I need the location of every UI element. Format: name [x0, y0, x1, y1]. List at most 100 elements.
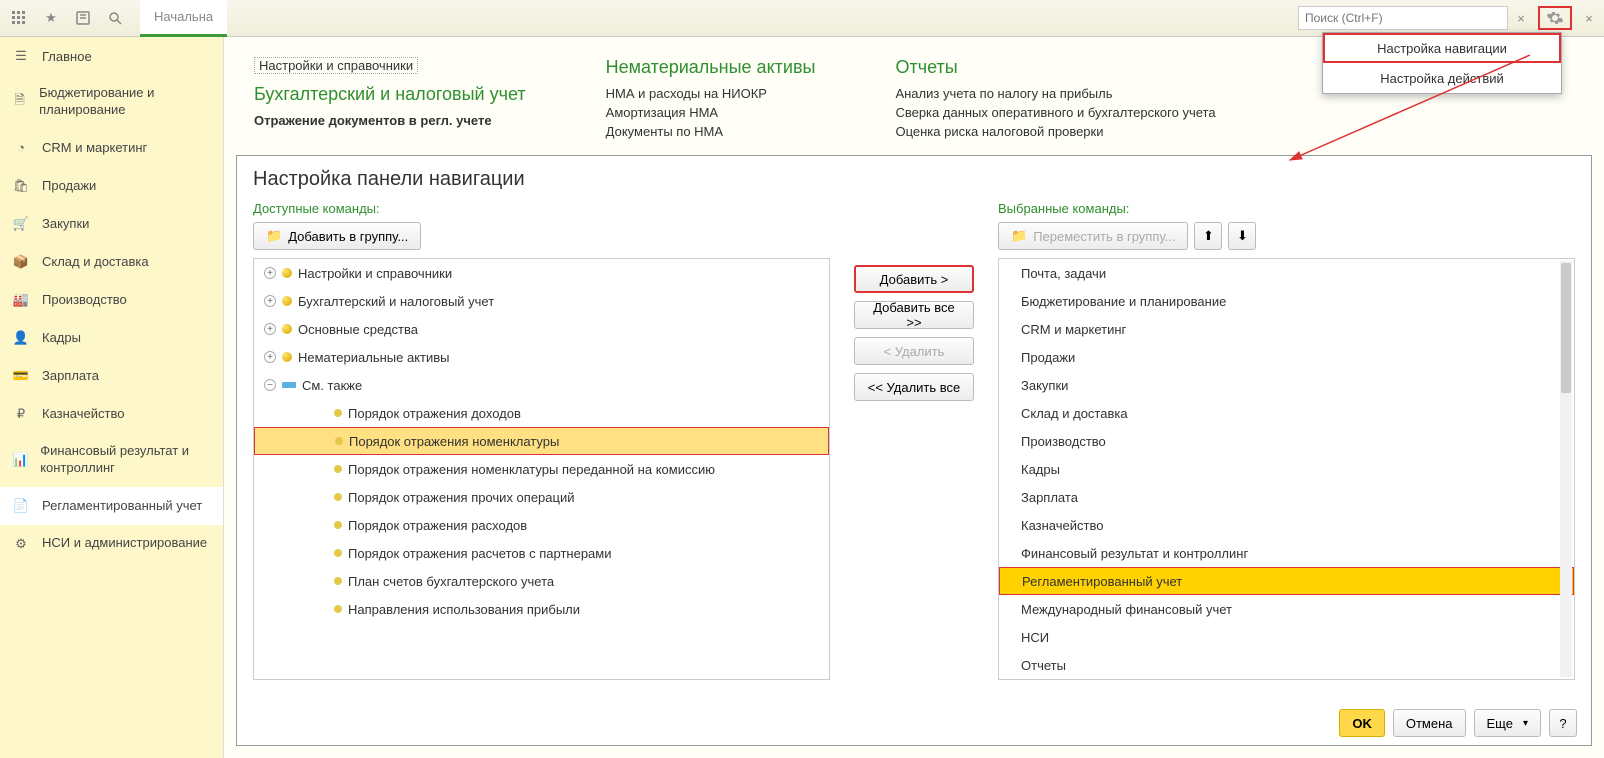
link-amort-nma[interactable]: Амортизация НМА — [606, 105, 816, 120]
tree-item-selected[interactable]: Порядок отражения номенклатуры — [254, 427, 829, 455]
box-icon: 📦 — [12, 253, 30, 271]
menu-item-nav-settings[interactable]: Настройка навигации — [1323, 33, 1561, 63]
remove-all-button-label: << Удалить все — [868, 380, 961, 395]
sidebar-item-sales[interactable]: 🛍Продажи — [0, 167, 223, 205]
menu-item-action-settings[interactable]: Настройка действий — [1323, 63, 1561, 93]
expand-icon[interactable]: + — [264, 351, 276, 363]
list-item[interactable]: Производство — [999, 427, 1574, 455]
sidebar-item-treasury[interactable]: ₽Казначейство — [0, 395, 223, 433]
list-item[interactable]: НСИ — [999, 623, 1574, 651]
sidebar-item-salary[interactable]: 💳Зарплата — [0, 357, 223, 395]
link-data-reconcile[interactable]: Сверка данных оперативного и бухгалтерск… — [895, 105, 1215, 120]
remove-all-button[interactable]: << Удалить все — [854, 373, 974, 401]
star-icon[interactable]: ★ — [38, 5, 64, 31]
tree-item[interactable]: План счетов бухгалтерского учета — [254, 567, 829, 595]
scrollbar-thumb[interactable] — [1561, 263, 1571, 393]
search-icon[interactable] — [102, 5, 128, 31]
bullet-icon — [334, 605, 342, 613]
remove-button[interactable]: < Удалить — [854, 337, 974, 365]
section-title-reports: Отчеты — [895, 57, 1215, 78]
close-panel-icon[interactable]: × — [1580, 9, 1598, 27]
doc-icon: 📄 — [12, 497, 30, 515]
cancel-button[interactable]: Отмена — [1393, 709, 1466, 737]
tree-item[interactable]: Порядок отражения расходов — [254, 511, 829, 539]
list-item[interactable]: Казначейство — [999, 511, 1574, 539]
link-risk-assessment[interactable]: Оценка риска налоговой проверки — [895, 124, 1215, 139]
sidebar-label: CRM и маркетинг — [42, 140, 147, 155]
move-to-group-button[interactable]: 📁Переместить в группу... — [998, 222, 1188, 250]
arrow-down-icon: ⬇ — [1237, 228, 1248, 244]
list-label: Производство — [1021, 434, 1106, 449]
list-item[interactable]: Отчеты — [999, 651, 1574, 679]
tree-item[interactable]: +Нематериальные активы — [254, 343, 829, 371]
tree-item[interactable]: +Настройки и справочники — [254, 259, 829, 287]
sidebar-item-production[interactable]: 🏭Производство — [0, 281, 223, 319]
tree-item[interactable]: −См. также — [254, 371, 829, 399]
sidebar-item-admin[interactable]: ⚙НСИ и администрирование — [0, 525, 223, 563]
tree-item[interactable]: Порядок отражения доходов — [254, 399, 829, 427]
sidebar-item-hr[interactable]: 👤Кадры — [0, 319, 223, 357]
list-item[interactable]: Закупки — [999, 371, 1574, 399]
list-item[interactable]: Зарплата — [999, 483, 1574, 511]
list-item[interactable]: CRM и маркетинг — [999, 315, 1574, 343]
bullet-icon — [334, 577, 342, 585]
help-button[interactable]: ? — [1549, 709, 1577, 737]
list-item[interactable]: Почта, задачи — [999, 259, 1574, 287]
sidebar-item-purchases[interactable]: 🛒Закупки — [0, 205, 223, 243]
add-all-button[interactable]: Добавить все >> — [854, 301, 974, 329]
tree-item[interactable]: Направления использования прибыли — [254, 595, 829, 623]
folder-icon — [282, 324, 292, 334]
sidebar-label: Склад и доставка — [42, 254, 149, 269]
sidebar-item-warehouse[interactable]: 📦 Склад и доставка — [0, 243, 223, 281]
link-docs-nma[interactable]: Документы по НМА — [606, 124, 816, 139]
link-tax-analysis[interactable]: Анализ учета по налогу на прибыль — [895, 86, 1215, 101]
list-item-selected[interactable]: Регламентированный учет — [999, 567, 1574, 595]
list-item[interactable]: Международный финансовый учет — [999, 595, 1574, 623]
tree-item[interactable]: Порядок отражения прочих операций — [254, 483, 829, 511]
expand-icon[interactable]: + — [264, 267, 276, 279]
add-to-group-button[interactable]: 📁Добавить в группу... — [253, 222, 421, 250]
move-up-button[interactable]: ⬆ — [1194, 222, 1222, 250]
link-reflection-docs[interactable]: Отражение документов в регл. учете — [254, 113, 526, 128]
tree-item[interactable]: Порядок отражения номенклатуры переданно… — [254, 455, 829, 483]
list-label: CRM и маркетинг — [1021, 322, 1126, 337]
list-item[interactable]: Склад и доставка — [999, 399, 1574, 427]
list-item[interactable]: Финансовый результат и контроллинг — [999, 539, 1574, 567]
apps-icon[interactable] — [6, 5, 32, 31]
selected-commands-label: Выбранные команды: — [998, 201, 1575, 216]
settings-link[interactable]: Настройки и справочники — [254, 57, 418, 74]
tab-home[interactable]: Начальна — [140, 0, 227, 37]
tree-item[interactable]: Порядок отражения расчетов с партнерами — [254, 539, 829, 567]
sidebar-item-regulated[interactable]: 📄Регламентированный учет — [0, 487, 223, 525]
list-item[interactable]: Кадры — [999, 455, 1574, 483]
clear-search-icon[interactable]: × — [1512, 9, 1530, 27]
folder-icon — [282, 352, 292, 362]
add-button[interactable]: Добавить > — [854, 265, 974, 293]
ok-button[interactable]: OK — [1339, 709, 1385, 737]
more-label: Еще — [1487, 716, 1513, 731]
global-search-input[interactable] — [1298, 6, 1508, 30]
help-label: ? — [1559, 716, 1566, 731]
history-icon[interactable] — [70, 5, 96, 31]
sidebar-item-finresult[interactable]: 📊Финансовый результат и контроллинг — [0, 433, 223, 487]
tree-item[interactable]: +Бухгалтерский и налоговый учет — [254, 287, 829, 315]
more-button[interactable]: Еще — [1474, 709, 1541, 737]
available-commands-tree[interactable]: +Настройки и справочники +Бухгалтерский … — [253, 258, 830, 680]
expand-icon[interactable]: + — [264, 323, 276, 335]
move-down-button[interactable]: ⬇ — [1228, 222, 1256, 250]
settings-gear-button[interactable] — [1538, 6, 1572, 30]
list-item[interactable]: Продажи — [999, 343, 1574, 371]
link-nma-niokr[interactable]: НМА и расходы на НИОКР — [606, 86, 816, 101]
tree-item[interactable]: +Основные средства — [254, 315, 829, 343]
sidebar-item-main[interactable]: ☰Главное — [0, 37, 223, 75]
move-to-group-label: Переместить в группу... — [1033, 229, 1175, 244]
expand-icon[interactable]: + — [264, 295, 276, 307]
sidebar-item-budgeting[interactable]: 🗎Бюджетирование и планирование — [0, 75, 223, 129]
sidebar-item-crm[interactable]: ◔CRM и маркетинг — [0, 129, 223, 167]
scrollbar[interactable] — [1560, 261, 1572, 677]
list-item[interactable]: Бюджетирование и планирование — [999, 287, 1574, 315]
transfer-buttons-panel: Добавить > Добавить все >> < Удалить << … — [846, 201, 982, 680]
selected-commands-list[interactable]: Почта, задачи Бюджетирование и планирова… — [998, 258, 1575, 680]
collapse-icon[interactable]: − — [264, 379, 276, 391]
tree-label: Порядок отражения расходов — [348, 518, 527, 533]
